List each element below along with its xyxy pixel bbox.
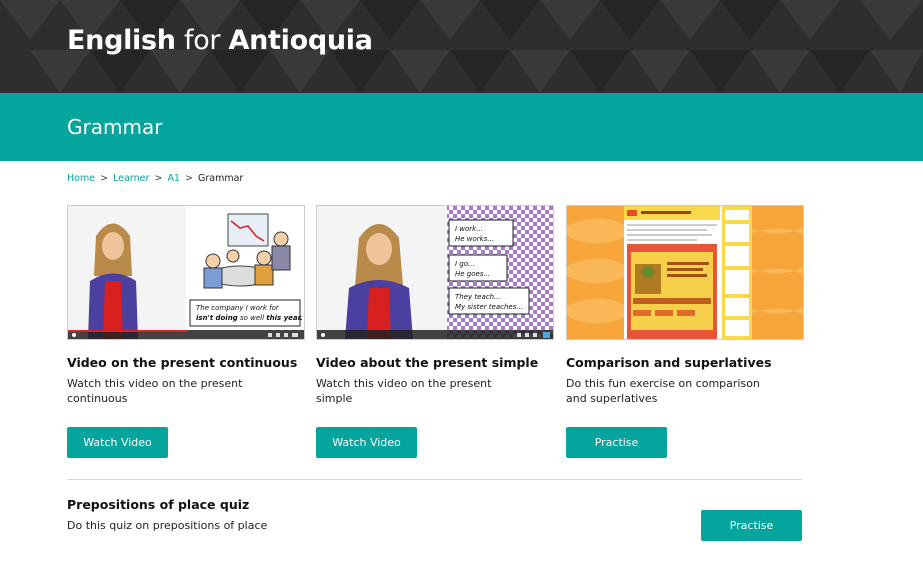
quiz-title: Prepositions of place quiz — [67, 497, 250, 512]
video-thumbnail[interactable]: I work... He works... I go... He goes...… — [316, 205, 554, 340]
card-present-continuous: The company I work for isn't doing so we… — [67, 205, 305, 458]
breadcrumb-separator: > — [100, 173, 109, 184]
breadcrumb-home[interactable]: Home — [67, 173, 95, 184]
bubble-text: I go... — [455, 260, 475, 268]
brand-for: for — [184, 25, 221, 56]
video-thumbnail[interactable]: The company I work for isn't doing so we… — [67, 205, 305, 340]
quiz-description: Do this quiz on prepositions of place — [67, 519, 268, 532]
bubble-text: He works... — [455, 235, 494, 243]
bubble-text: He goes... — [455, 270, 490, 278]
site-header: English for Antioquia — [0, 0, 923, 93]
watch-video-button[interactable]: Watch Video — [316, 427, 417, 458]
quiz-practise-button[interactable]: Practise — [701, 510, 802, 541]
card-title: Video on the present continuous — [67, 355, 298, 370]
card-present-simple: I work... He works... I go... He goes...… — [316, 205, 554, 458]
breadcrumb-separator: > — [154, 173, 163, 184]
thumb-caption-end: this year. — [266, 314, 302, 322]
watch-video-button[interactable]: Watch Video — [67, 427, 168, 458]
brand-english: English — [67, 25, 176, 56]
breadcrumb-learner[interactable]: Learner — [113, 173, 149, 184]
breadcrumb: Home > Learner > A1 > Grammar — [67, 173, 243, 184]
breadcrumb-a1[interactable]: A1 — [167, 173, 180, 184]
thumb-caption-emph: isn't doing — [196, 314, 238, 322]
bubble-text: They teach... — [455, 293, 501, 301]
card-description: Watch this video on the present continuo… — [67, 377, 243, 405]
card-comparison-superlatives: Comparison and superlatives Do this fun … — [566, 205, 804, 458]
exercise-thumbnail[interactable] — [566, 205, 804, 340]
breadcrumb-separator: > — [185, 173, 193, 184]
section-banner: Grammar — [0, 93, 923, 161]
card-title: Video about the present simple — [316, 355, 539, 370]
practise-button[interactable]: Practise — [566, 427, 667, 458]
site-logo[interactable]: English for Antioquia — [67, 25, 373, 56]
thumb-caption-line1: The company I work for — [196, 304, 280, 312]
card-description: Watch this video on the present simple — [316, 377, 492, 405]
breadcrumb-current: Grammar — [198, 173, 244, 184]
card-title: Comparison and superlatives — [566, 355, 772, 370]
brand-antioquia: Antioquia — [228, 25, 373, 56]
thumb-caption-mid: so well — [240, 314, 264, 322]
card-description: Do this fun exercise on comparison and s… — [566, 377, 760, 405]
svg-text:isn't doing so well: isn't doing so well this year. — [196, 314, 303, 322]
page-title: Grammar — [67, 115, 163, 139]
bubble-text: I work... — [455, 225, 483, 233]
bubble-text: My sister teaches... — [455, 303, 523, 311]
divider — [67, 479, 802, 480]
